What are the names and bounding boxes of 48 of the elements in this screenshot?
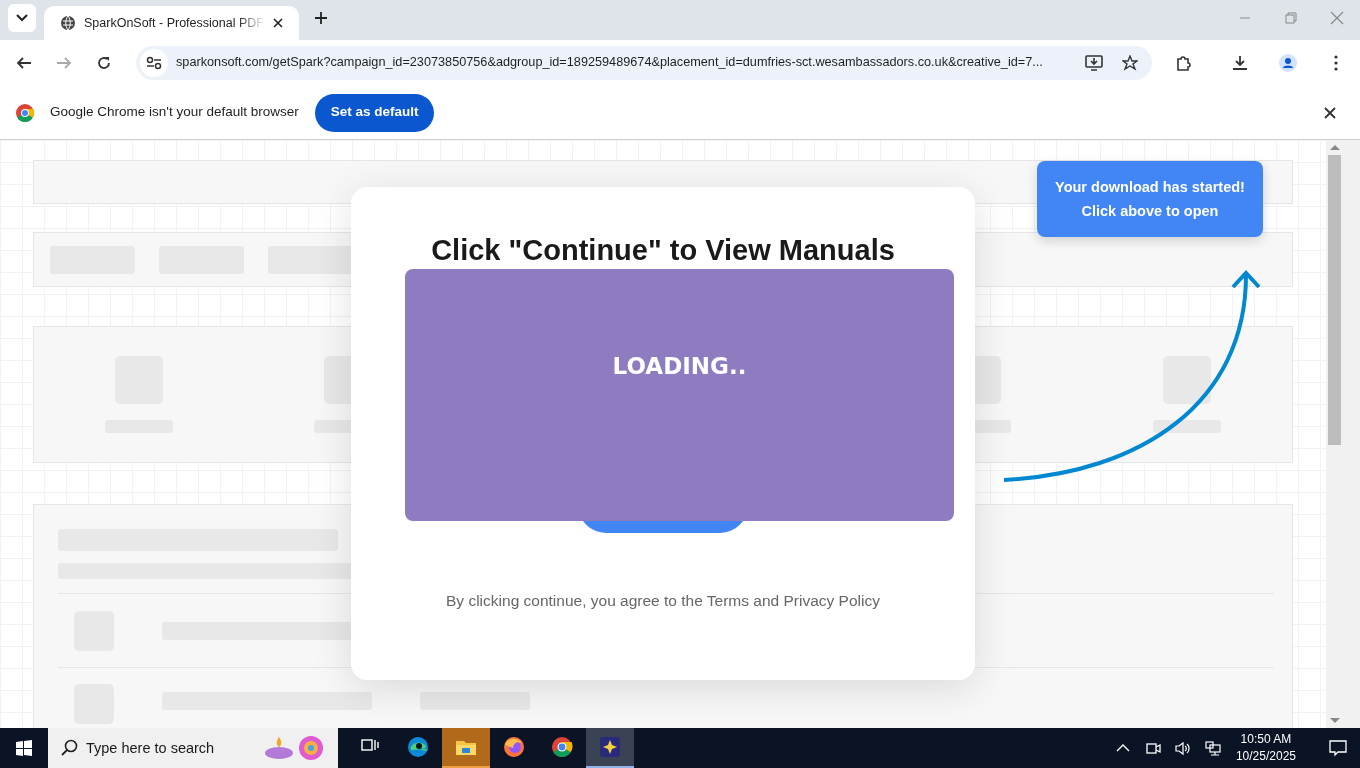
search-field[interactable]: Type here to search [48, 728, 338, 768]
puzzle-icon [1175, 54, 1193, 72]
notice-line: Your download has started! [1055, 178, 1245, 197]
chrome-icon [551, 736, 573, 758]
chrome-logo-icon [16, 103, 34, 122]
clock-time: 10:50 AM [1239, 731, 1293, 748]
monitor-download-icon [1085, 55, 1103, 71]
taskbar-clock[interactable]: 10:50 AM 10/25/2025 [1231, 731, 1300, 765]
sparkle-icon [599, 736, 621, 758]
windows-icon [16, 740, 32, 756]
firefox-icon [503, 736, 525, 758]
network-icon [1204, 740, 1221, 756]
tab-title: SparkOnSoft - Professional PDF [84, 14, 265, 32]
notice-line: Click above to open [1081, 202, 1219, 221]
globe-icon [60, 15, 76, 31]
close-icon [1324, 106, 1336, 119]
infobar-message: Google Chrome isn't your default browser [50, 103, 299, 122]
placeholder-square [1163, 356, 1212, 404]
reload-icon [96, 55, 112, 71]
modal-heading: Click "Continue" to View Manuals [431, 233, 895, 267]
scroll-down-icon[interactable] [1330, 718, 1340, 724]
scrollbar-thumb[interactable] [1328, 155, 1341, 445]
loading-text: LOADING.. [612, 351, 747, 381]
forward-icon [56, 55, 72, 71]
star-icon [1122, 55, 1138, 71]
consent-text: By clicking continue, you agree to the Terms and Privacy Policy [446, 591, 880, 611]
chat-bubble-icon [1329, 739, 1347, 757]
download-icon [1231, 54, 1249, 72]
search-icon [60, 739, 78, 757]
browser-tab[interactable]: SparkOnSoft - Professional PDF [44, 6, 299, 40]
set-default-button[interactable]: Set as default [314, 93, 435, 132]
close-icon [1330, 11, 1344, 25]
clock-date: 10/25/2025 [1235, 748, 1296, 765]
edge-icon [407, 736, 429, 758]
tune-icon [146, 56, 162, 70]
profile-icon [1279, 54, 1297, 72]
close-icon[interactable] [273, 18, 283, 28]
site-info-button[interactable] [140, 49, 168, 77]
back-icon [16, 55, 32, 71]
more-icon [1334, 55, 1338, 71]
scroll-up-icon[interactable] [1330, 144, 1340, 150]
plus-icon [314, 11, 328, 25]
tab-list-button[interactable] [8, 4, 36, 32]
camera-icon [1144, 740, 1161, 756]
speaker-icon [1174, 740, 1191, 756]
taskbar-app[interactable] [586, 728, 634, 768]
chevron-down-icon [16, 14, 28, 22]
restore-icon [1284, 11, 1298, 25]
